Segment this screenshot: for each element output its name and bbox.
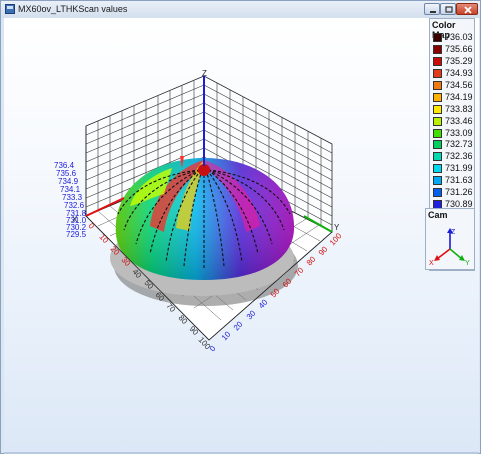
color-map-value: 736.03 (445, 32, 473, 43)
minimize-icon (430, 11, 436, 13)
minimize-button[interactable] (424, 3, 440, 15)
color-map-value: 733.83 (445, 103, 473, 114)
color-map-entry: 733.83 (433, 103, 473, 115)
color-map-value: 731.26 (445, 187, 473, 198)
color-map-entry: 733.09 (433, 127, 473, 139)
main-window: MX60ov_LTHKScan values Z X Y 736.4 735.6… (0, 0, 481, 454)
color-map-entry: 731.99 (433, 163, 473, 175)
color-swatch (433, 57, 442, 67)
color-map-value: 732.36 (445, 151, 473, 162)
maximize-button[interactable] (440, 3, 456, 15)
3d-surface-plot[interactable]: Z X Y 736.4 735.6 734.9 734.1 733.3 732.… (4, 18, 424, 448)
color-swatch (433, 69, 442, 79)
y-tick: 10 (220, 329, 233, 342)
color-swatch (433, 152, 442, 162)
color-map-entry: 731.63 (433, 175, 473, 187)
color-map-value: 734.19 (445, 91, 473, 102)
x-tick: 0 (87, 221, 97, 231)
y-tick: 90 (317, 244, 330, 257)
color-map-value: 731.63 (445, 175, 473, 186)
color-swatch (433, 33, 442, 43)
app-icon (5, 4, 15, 14)
camera-axes-icon[interactable]: Z X Y (426, 223, 474, 269)
z-axis-label: Z (202, 69, 207, 78)
color-map-value: 731.99 (445, 163, 473, 174)
color-swatch (433, 140, 442, 150)
color-map-value: 734.56 (445, 80, 473, 90)
y-tick: 30 (245, 308, 258, 321)
color-map-entry: 736.03 (433, 32, 473, 44)
color-map-value: 735.29 (445, 56, 473, 67)
color-swatch (433, 116, 442, 126)
cam-y-label: Y (465, 260, 470, 267)
color-map-entry: 734.56 (433, 80, 473, 92)
color-map-value: 732.73 (445, 139, 473, 150)
y-tick: 80 (305, 254, 318, 267)
y-tick: 20 (232, 319, 245, 332)
color-map-value: 733.46 (445, 115, 473, 126)
color-swatch (433, 188, 442, 198)
color-map-entry: 735.66 (433, 44, 473, 56)
color-map-entry: 733.46 (433, 115, 473, 127)
close-icon (464, 6, 472, 14)
y-axis-label: Y (334, 223, 340, 232)
z-tick-labels: 736.4 735.6 734.9 734.1 733.3 732.6 731.… (54, 161, 87, 239)
color-map-value: 733.09 (445, 127, 473, 138)
y-tick: 0 (208, 344, 218, 354)
color-swatch (433, 45, 442, 55)
color-swatch (433, 81, 442, 90)
color-swatch (433, 104, 442, 114)
y-tick: 40 (257, 297, 270, 310)
color-swatch (433, 176, 442, 186)
color-swatch (433, 164, 442, 174)
window-title: MX60ov_LTHKScan values (18, 4, 128, 14)
cam-z-label: Z (451, 229, 456, 236)
cam-title: Cam (428, 210, 448, 220)
title-bar[interactable]: MX60ov_LTHKScan values (1, 1, 480, 18)
color-map-entry: 731.26 (433, 187, 473, 199)
plot-area[interactable]: Z X Y 736.4 735.6 734.9 734.1 733.3 732.… (4, 18, 479, 452)
close-button[interactable] (456, 3, 478, 15)
color-map-value: 734.93 (445, 68, 473, 79)
color-map-entry: 734.19 (433, 91, 473, 103)
color-swatch (433, 92, 442, 102)
maximize-icon (445, 6, 453, 13)
cam-x-label: X (429, 260, 434, 267)
color-map-entry: 735.29 (433, 56, 473, 68)
cam-panel[interactable]: Cam Z X Y (425, 208, 475, 270)
color-map-value: 735.66 (445, 44, 473, 55)
color-swatch (433, 128, 442, 138)
z-tick: 729.5 (66, 230, 87, 239)
color-map-entry: 734.93 (433, 68, 473, 80)
color-map-entry: 732.36 (433, 151, 473, 163)
color-map-entry: 732.73 (433, 139, 473, 151)
